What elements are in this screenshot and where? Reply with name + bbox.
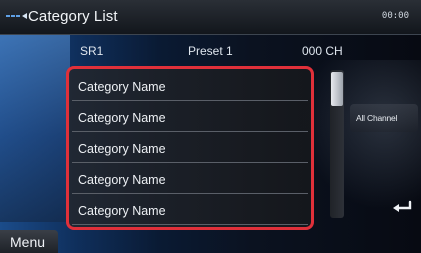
list-item[interactable]: Category Name (72, 165, 308, 194)
preset-label: Preset 1 (188, 44, 233, 58)
channel-label: 000 CH (302, 44, 343, 58)
all-channel-button[interactable]: All Channel (350, 104, 418, 132)
list-item[interactable]: Category Name (72, 103, 308, 132)
menu-button[interactable]: Menu (0, 230, 58, 253)
list-item-label: Category Name (78, 111, 166, 125)
clock: 00:00 (381, 11, 409, 21)
list-item[interactable]: Category Name (72, 134, 308, 163)
list-item-label: Category Name (78, 173, 166, 187)
header-bar: Category List 00:00 (0, 0, 421, 35)
category-list: Category Name Category Name Category Nam… (72, 72, 308, 225)
band-label: SR1 (80, 44, 104, 58)
list-item-label: Category Name (78, 204, 166, 218)
category-list-screen: Category List 00:00 SR1 Preset 1 000 CH … (0, 0, 421, 253)
all-channel-label: All Channel (356, 113, 398, 123)
list-item-label: Category Name (78, 142, 166, 156)
info-bar: SR1 Preset 1 000 CH (0, 38, 421, 60)
list-item[interactable]: Category Name (72, 72, 308, 101)
background-right (301, 60, 421, 210)
list-item[interactable]: Category Name (72, 196, 308, 225)
scrollbar-thumb[interactable] (331, 72, 343, 106)
return-arrow-icon[interactable] (390, 196, 416, 218)
page-title: Category List (28, 8, 118, 25)
background-left (0, 32, 70, 222)
list-item-label: Category Name (78, 80, 166, 94)
menu-label: Menu (10, 234, 46, 250)
